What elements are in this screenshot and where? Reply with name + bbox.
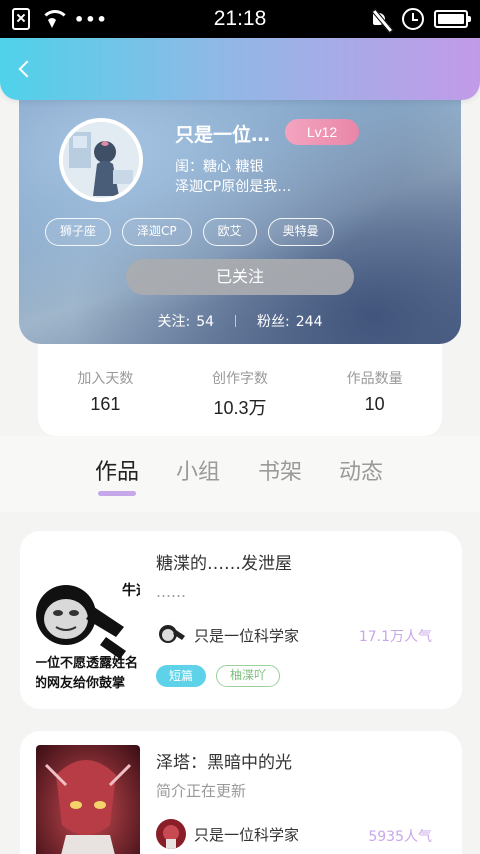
work-card[interactable]: 泽塔：黑暗中的光 简介正在更新 只是一位科学家 5935人气 xyxy=(20,731,462,854)
info-value: 10 xyxy=(364,394,385,414)
info-join-days: 加入天数 161 xyxy=(38,344,173,436)
popularity: 5935人气 xyxy=(368,829,432,845)
status-bar: ••• 21:18 xyxy=(0,0,480,38)
following-count: 54 xyxy=(196,314,215,330)
author-row: 只是一位科学家 xyxy=(156,819,299,849)
user-name: 只是一位… xyxy=(175,124,271,146)
cover-text-top: 牛逼 xyxy=(122,582,140,599)
info-label: 创作字数 xyxy=(212,371,268,387)
work-cover xyxy=(36,745,140,854)
top-header xyxy=(0,38,480,100)
work-cover: 牛逼 一位不愿透露姓名 的网友给你鼓掌 xyxy=(36,567,140,697)
avatar[interactable] xyxy=(59,118,143,202)
tab-activity[interactable]: 动态 xyxy=(339,454,383,486)
follow-button[interactable]: 已关注 xyxy=(126,259,354,295)
author-name: 只是一位科学家 xyxy=(194,626,300,645)
work-title: 泽塔：黑暗中的光 xyxy=(156,753,292,773)
work-description: …… xyxy=(156,583,186,601)
mute-icon xyxy=(370,8,392,30)
info-word-count: 创作字数 10.3万 xyxy=(173,344,308,436)
work-title: 糖渫的……发泄屋 xyxy=(156,554,292,574)
avatar-image xyxy=(63,122,139,198)
work-card[interactable]: 牛逼 一位不愿透露姓名 的网友给你鼓掌 糖渫的……发泄屋 …… 只是一位科学家 … xyxy=(20,531,462,709)
author-avatar xyxy=(156,819,186,849)
cover-text-bot: 的网友给你鼓掌 xyxy=(36,675,125,691)
tab-indicator xyxy=(98,491,136,496)
back-arrow-icon[interactable] xyxy=(14,58,36,80)
level-badge: Lv12 xyxy=(285,119,359,145)
tag-item[interactable]: 欧艾 xyxy=(202,218,257,246)
info-stats: 加入天数 161 创作字数 10.3万 作品数量 10 xyxy=(38,344,442,436)
fans-label: 粉丝: xyxy=(257,314,290,330)
battery-icon xyxy=(434,10,471,28)
tab-groups[interactable]: 小组 xyxy=(176,454,220,486)
info-value: 10.3万 xyxy=(213,398,267,418)
tag-item[interactable]: 狮子座 xyxy=(45,218,112,246)
fans-stat[interactable]: 粉丝: 244 xyxy=(257,311,322,331)
author-row: 只是一位科学家 xyxy=(156,620,299,650)
tag-item[interactable]: 奥特曼 xyxy=(267,218,334,246)
author-name: 只是一位科学家 xyxy=(194,825,300,844)
following-stat[interactable]: 关注: 54 xyxy=(158,311,215,331)
category-badge: 短篇 xyxy=(156,665,207,687)
info-label: 作品数量 xyxy=(346,371,403,387)
tab-works[interactable]: 作品 xyxy=(95,454,139,486)
status-right xyxy=(370,8,471,30)
bio-line-1: 闺：糖心 糖银 xyxy=(175,159,264,175)
info-label: 加入天数 xyxy=(77,371,134,387)
alarm-icon xyxy=(402,8,424,30)
author-avatar xyxy=(156,620,186,650)
follow-stats: 关注: 54 粉丝: 244 xyxy=(19,311,461,331)
tab-bookshelf[interactable]: 书架 xyxy=(258,454,302,486)
fans-count: 244 xyxy=(295,314,323,330)
following-label: 关注: xyxy=(157,314,191,330)
work-badges: 短篇 柚渫吖 xyxy=(156,665,281,687)
work-description: 简介正在更新 xyxy=(156,782,247,800)
bio-line-2: 泽迦CP原创是我… xyxy=(175,179,292,195)
tag-list: 狮子座 泽迦CP 欧艾 奥特曼 xyxy=(45,218,334,246)
tag-badge: 柚渫吖 xyxy=(216,665,281,687)
popularity: 17.1万人气 xyxy=(358,629,432,645)
divider xyxy=(235,315,237,327)
profile-card: 只是一位… Lv12 闺：糖心 糖银 泽迦CP原创是我… 狮子座 泽迦CP 欧艾… xyxy=(19,60,461,344)
cover-text-mid: 一位不愿透露姓名 xyxy=(36,655,138,671)
info-work-count: 作品数量 10 xyxy=(307,344,442,436)
tab-bar: 作品 小组 书架 动态 xyxy=(0,436,480,512)
info-value: 161 xyxy=(90,394,121,414)
tag-item[interactable]: 泽迦CP xyxy=(122,218,192,246)
